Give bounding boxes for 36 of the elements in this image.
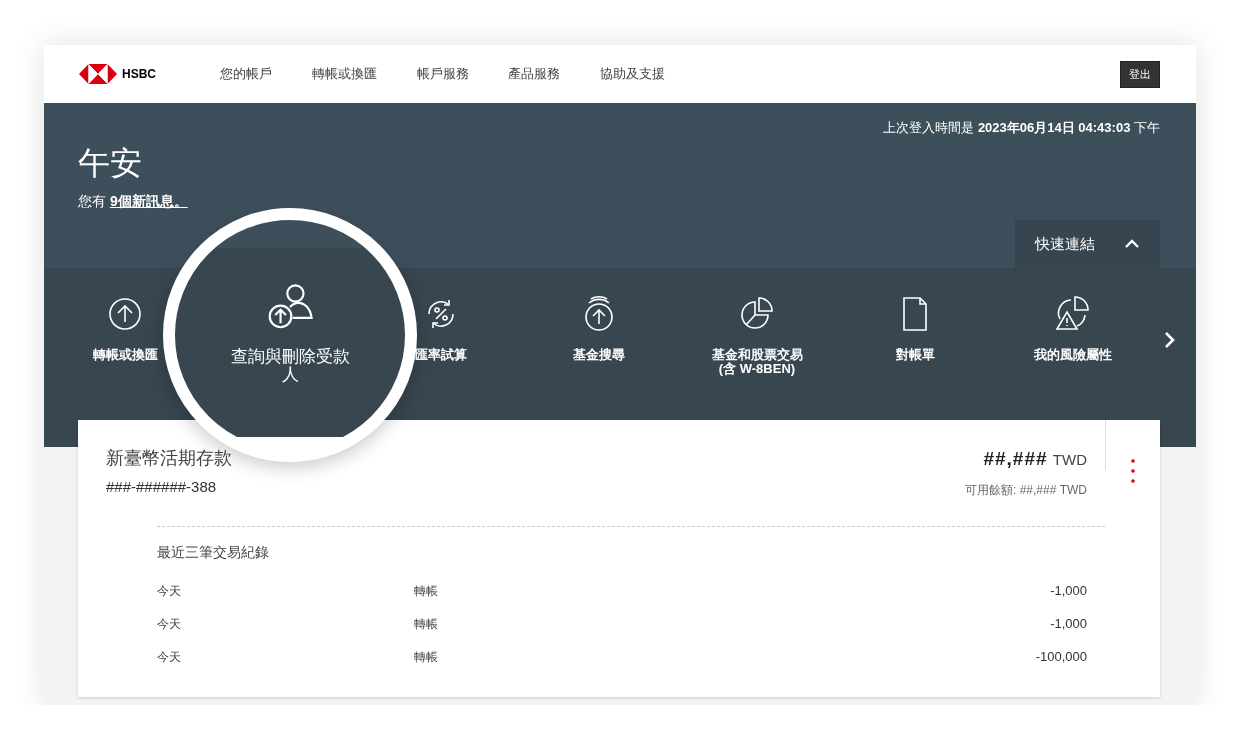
section-title: 最近三筆交易紀錄 bbox=[157, 544, 270, 562]
available-balance: 可用餘額: ##,### TWD bbox=[964, 482, 1087, 499]
quick-link[interactable]: 匯率試算 bbox=[415, 294, 467, 362]
account-number: ###-######-388 bbox=[106, 478, 218, 495]
transaction-type: 轉帳 bbox=[414, 583, 439, 600]
messages-link[interactable]: 9個新訊息。 bbox=[109, 193, 188, 209]
transaction-date: 今天 bbox=[157, 616, 182, 633]
logout-button[interactable]: 登出 bbox=[1120, 60, 1160, 88]
transaction-date: 今天 bbox=[157, 649, 182, 666]
more-options-icon[interactable] bbox=[1131, 459, 1135, 483]
nav-link[interactable]: 您的帳戶 bbox=[220, 65, 272, 83]
account-name[interactable]: 新臺幣活期存款 bbox=[106, 446, 232, 470]
transaction-amount: -1,000 bbox=[1050, 583, 1087, 600]
quick-link[interactable]: 對帳單 bbox=[895, 294, 935, 362]
quick-link[interactable]: 基金搜尋 bbox=[573, 294, 625, 362]
brand-name: HSBC bbox=[122, 67, 156, 81]
transaction-type: 轉帳 bbox=[414, 649, 439, 666]
chevron-right-icon[interactable] bbox=[1164, 330, 1176, 349]
nav-link[interactable]: 協助及支援 bbox=[600, 65, 665, 83]
quick-links-tab[interactable]: 快速連結 bbox=[1015, 220, 1160, 268]
last-login-text: 上次登入時間是 2023年06月14日 04:43:03 下午 bbox=[882, 119, 1160, 137]
transaction-amount: -100,000 bbox=[1035, 649, 1087, 666]
transaction-amount: -1,000 bbox=[1050, 616, 1087, 633]
greeting: 午安 bbox=[78, 144, 143, 183]
transaction-date: 今天 bbox=[157, 583, 182, 600]
quick-link[interactable]: 查詢與刪除受款人 bbox=[229, 280, 351, 384]
quick-link[interactable]: 轉帳或換匯 bbox=[92, 294, 158, 362]
message-text: 您有 9個新訊息。 bbox=[78, 193, 189, 211]
quick-link[interactable]: 我的風險屬性 bbox=[1034, 294, 1112, 362]
nav-link[interactable]: 帳戶服務 bbox=[417, 65, 469, 83]
transaction-type: 轉帳 bbox=[414, 616, 439, 633]
hexagon-logo-icon bbox=[79, 64, 117, 84]
quick-link[interactable]: 基金和股票交易 (含 W-8BEN) bbox=[711, 294, 803, 376]
balance-amount: ##,### TWD bbox=[982, 448, 1087, 470]
nav-link[interactable]: 轉帳或換匯 bbox=[312, 65, 377, 83]
nav-link[interactable]: 產品服務 bbox=[508, 65, 560, 83]
